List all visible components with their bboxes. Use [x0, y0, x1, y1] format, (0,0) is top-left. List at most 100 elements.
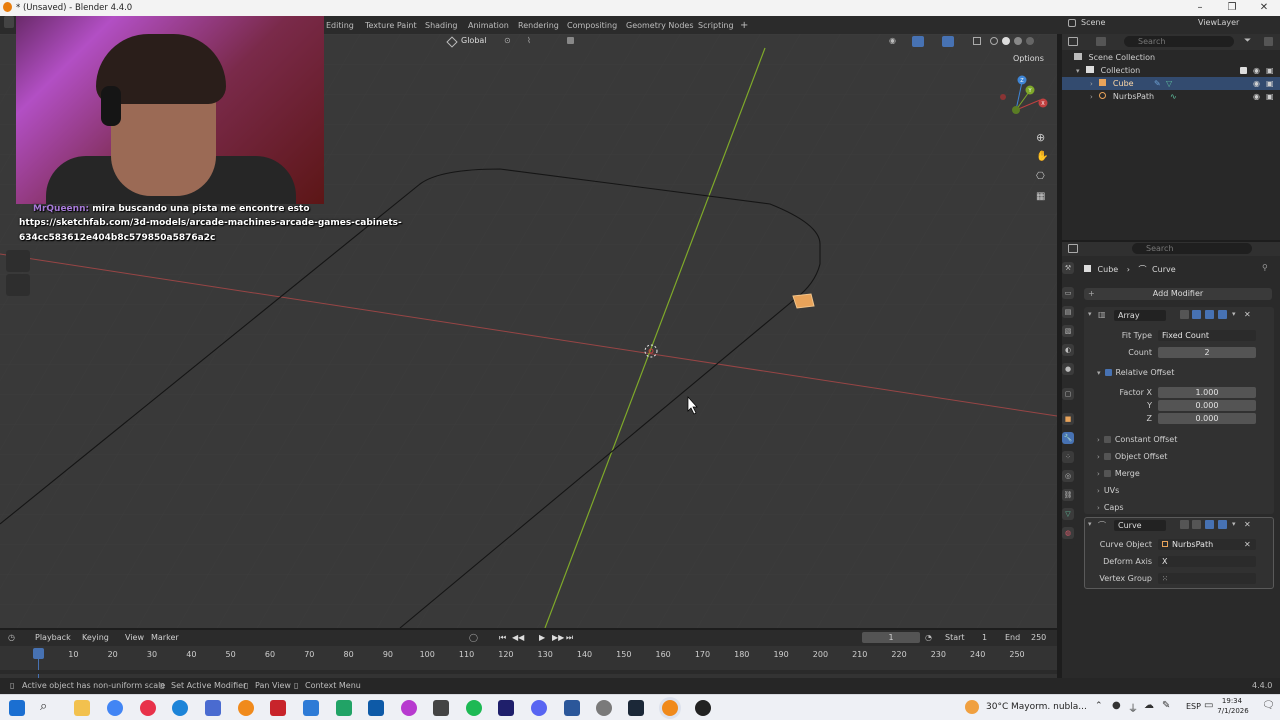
marker-menu[interactable]: Marker	[151, 633, 179, 642]
weather-temp[interactable]: 30°C	[986, 702, 1008, 712]
add-workspace-button[interactable]: +	[740, 19, 748, 33]
chevron-right-icon[interactable]: ›	[1090, 80, 1093, 88]
tab-editing[interactable]: Editing	[326, 19, 354, 33]
tab-scripting[interactable]: Scripting	[698, 19, 734, 33]
word-icon[interactable]	[564, 700, 580, 716]
app-icon[interactable]	[205, 700, 221, 716]
file-explorer-icon[interactable]	[74, 700, 90, 716]
tab-geometry-nodes[interactable]: Geometry Nodes	[626, 19, 693, 33]
proportional-edit-icon[interactable]	[567, 37, 574, 44]
jump-start-icon[interactable]: ⏮	[499, 633, 506, 643]
clear-field-icon[interactable]: ✕	[1244, 539, 1251, 550]
render-display-icon[interactable]	[1218, 520, 1227, 529]
chevron-down-icon[interactable]: ▾	[1076, 67, 1080, 75]
solid-shading-icon[interactable]	[1002, 37, 1010, 45]
blender-taskbar-icon[interactable]	[238, 700, 254, 716]
curve-modifier-header[interactable]: ▾ ⌒ Curve ▾ ✕	[1088, 520, 1272, 532]
fit-type-dropdown[interactable]: Fixed Count	[1158, 330, 1256, 341]
merge-checkbox[interactable]	[1103, 470, 1111, 477]
edge-icon[interactable]	[172, 700, 188, 716]
weather-icon[interactable]	[965, 700, 979, 714]
world-tab-icon[interactable]: ●	[1062, 363, 1074, 375]
uvs-subpanel[interactable]: › UVs	[1097, 486, 1119, 495]
eye-icon[interactable]: ◉	[1253, 64, 1260, 77]
cloud-icon[interactable]: ☁	[1144, 700, 1154, 711]
relative-offset-checkbox[interactable]	[1104, 369, 1112, 376]
output-tab-icon[interactable]: ▤	[1062, 306, 1074, 318]
count-field[interactable]: 2	[1158, 347, 1256, 358]
rendered-shading-icon[interactable]	[1026, 37, 1034, 45]
play-icon[interactable]: ▶	[539, 633, 545, 642]
spotify-icon[interactable]	[466, 700, 482, 716]
outliner-collection[interactable]: ▾ Collection ◉ ▣	[1062, 64, 1280, 77]
outliner-search-input[interactable]: Search	[1124, 36, 1234, 47]
camera-icon[interactable]: ▣	[1266, 64, 1274, 77]
remove-modifier-icon[interactable]: ✕	[1244, 310, 1251, 319]
xray-toggle-icon[interactable]	[973, 37, 981, 45]
tab-rendering[interactable]: Rendering	[518, 19, 559, 33]
chevron-down-icon[interactable]: ▾	[1088, 310, 1092, 318]
pin-icon[interactable]: ⚲	[1262, 263, 1268, 272]
factor-y-field[interactable]: 0.000	[1158, 400, 1256, 411]
filter-icon[interactable]: ⏷	[1244, 36, 1251, 46]
timeline-scrollbar[interactable]	[0, 670, 1057, 674]
weather-description[interactable]: Mayorm. nubla...	[1011, 702, 1087, 712]
constraints-tab-icon[interactable]: ⛓	[1062, 489, 1074, 501]
view-layer-tab-icon[interactable]: ▧	[1062, 325, 1074, 337]
particles-tab-icon[interactable]: ⁘	[1062, 451, 1074, 463]
chat-link-line2[interactable]: 634cc583612e404b8c579850a5876a2c	[19, 233, 215, 243]
outliner-scene-collection[interactable]: Scene Collection	[1062, 51, 1280, 64]
usb-icon[interactable]: ⏚	[1128, 700, 1138, 715]
davinci-icon[interactable]	[433, 700, 449, 716]
factor-x-field[interactable]: 1.000	[1158, 387, 1256, 398]
chat-link-line1[interactable]: https://sketchfab.com/3d-models/arcade-m…	[19, 218, 402, 228]
viewport-display-icon[interactable]	[1205, 310, 1214, 319]
clock-time[interactable]: 19:34	[1218, 697, 1246, 705]
gizmo-neg-y[interactable]	[1012, 106, 1020, 114]
current-frame-field[interactable]: 1	[862, 632, 920, 643]
tab-compositing[interactable]: Compositing	[567, 19, 617, 33]
tab-texture-paint[interactable]: Texture Paint	[365, 19, 417, 33]
material-tab-icon[interactable]: ◍	[1062, 527, 1074, 539]
render-tab-icon[interactable]: ▭	[1062, 287, 1074, 299]
viewport-options-button[interactable]: Options	[1013, 54, 1044, 63]
gizmo-toggle-button[interactable]	[912, 36, 924, 47]
opera-icon[interactable]	[140, 700, 156, 716]
modifier-name-input[interactable]: Array	[1114, 310, 1166, 321]
add-modifier-button[interactable]: + Add Modifier	[1084, 288, 1272, 300]
next-keyframe-icon[interactable]: ▶▶	[552, 633, 564, 642]
physics-tab-icon[interactable]: ◎	[1062, 470, 1074, 482]
pen-icon[interactable]: ✎	[1162, 700, 1170, 711]
object-offset-subpanel[interactable]: › Object Offset	[1097, 452, 1167, 461]
media-app-icon[interactable]	[401, 700, 417, 716]
steam-icon[interactable]	[628, 700, 644, 716]
eye-icon[interactable]: ◉	[1253, 77, 1260, 90]
edit-mode-icon[interactable]	[1192, 520, 1201, 529]
properties-editor-icon[interactable]	[1068, 244, 1078, 253]
pycharm-icon[interactable]	[336, 700, 352, 716]
prev-keyframe-icon[interactable]: ◀◀	[512, 633, 524, 642]
zoom-icon[interactable]: ⊕	[1036, 131, 1045, 144]
chevron-down-icon[interactable]: ▾	[1097, 369, 1101, 377]
notifications-icon[interactable]: 🗨	[1262, 700, 1275, 711]
blender-active-icon[interactable]	[662, 700, 678, 716]
view-layer-name[interactable]: ViewLayer	[1198, 18, 1239, 27]
camera-view-icon[interactable]: ⎔	[1036, 171, 1045, 182]
on-cage-icon[interactable]	[1180, 310, 1189, 319]
windows-start-icon[interactable]	[9, 700, 25, 716]
record-icon[interactable]: ◯	[469, 633, 478, 642]
cube-object[interactable]	[792, 293, 815, 309]
render-display-icon[interactable]	[1218, 310, 1227, 319]
perspective-toggle-icon[interactable]: ▦	[1036, 191, 1045, 202]
overlay-toggle-button[interactable]	[942, 36, 954, 47]
chevron-right-icon[interactable]: ›	[1097, 470, 1100, 478]
pan-hand-icon[interactable]: ✋	[1036, 151, 1048, 162]
timeline-track[interactable]: 1102030405060708090100110120130140150160…	[0, 646, 1057, 678]
playback-menu[interactable]: Playback	[35, 633, 71, 642]
editor-type-icon[interactable]	[4, 16, 14, 28]
on-cage-icon[interactable]	[1180, 520, 1189, 529]
factor-z-field[interactable]: 0.000	[1158, 413, 1256, 424]
area-divider[interactable]	[1057, 630, 1062, 678]
minimize-button[interactable]: –	[1184, 0, 1216, 16]
chevron-right-icon[interactable]: ›	[1090, 93, 1093, 101]
